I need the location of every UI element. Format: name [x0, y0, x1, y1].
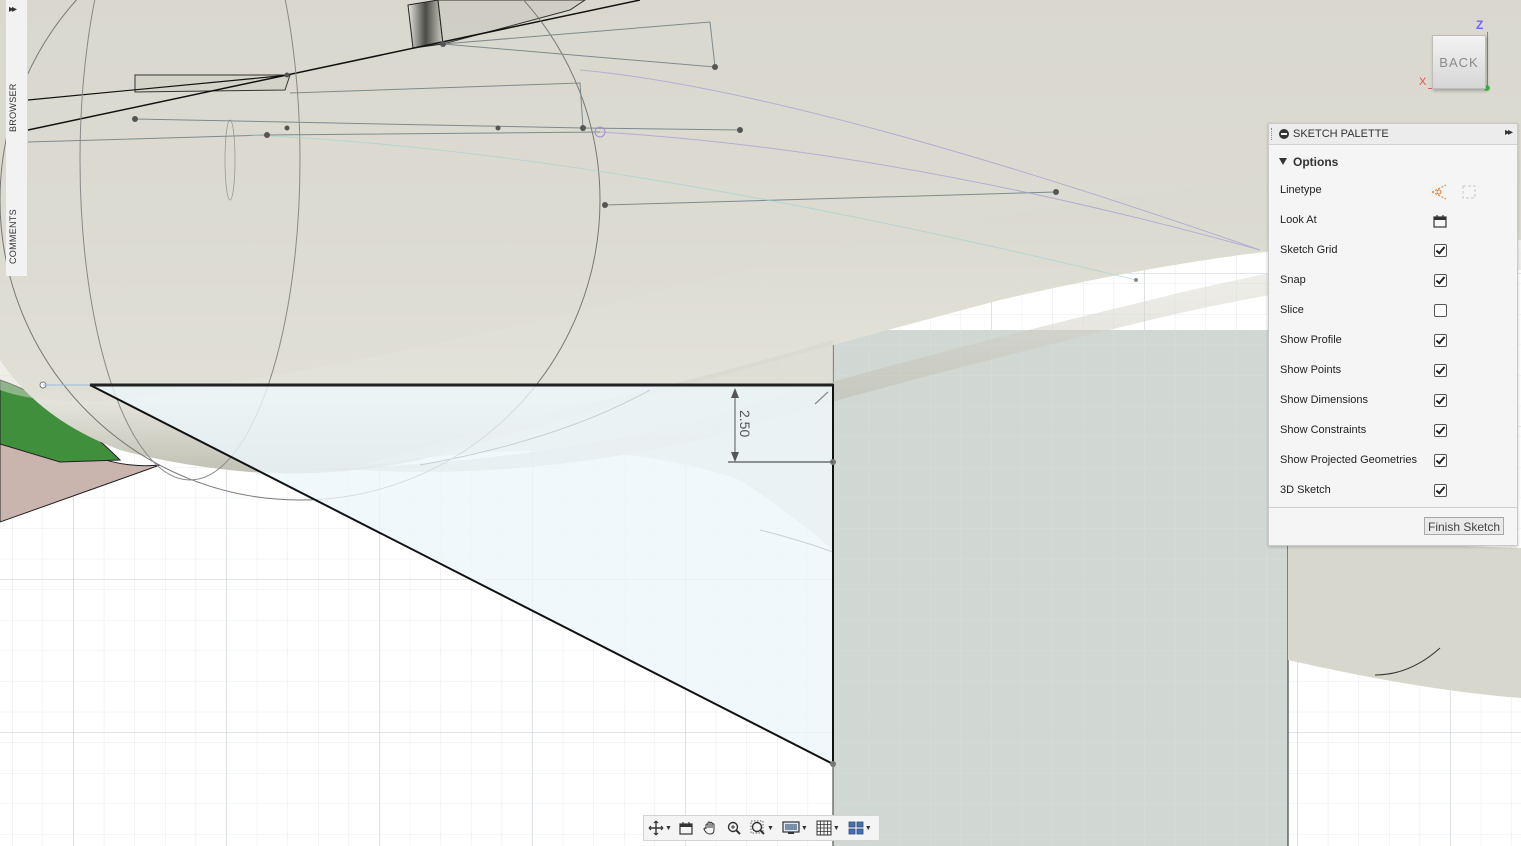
row-show-profile: Show Profile: [1269, 327, 1517, 357]
checkbox-checked[interactable]: [1434, 334, 1447, 347]
show-projected-geometries-checkbox[interactable]: [1434, 454, 1447, 467]
palette-divider: [1269, 507, 1517, 508]
navigation-toolbar: ▼ ▼ ▼ ▼ ▼: [643, 815, 880, 841]
sketch-grid-checkbox[interactable]: [1434, 244, 1447, 257]
checkbox-checked[interactable]: [1434, 424, 1447, 437]
palette-title: SKETCH PALETTE: [1293, 128, 1389, 140]
look-at-icon[interactable]: [1432, 213, 1448, 232]
expand-panels-icon[interactable]: ▸▸: [9, 4, 17, 15]
centerline-linetype-icon[interactable]: [1460, 183, 1478, 204]
show-constraints-checkbox[interactable]: [1434, 424, 1447, 437]
row-label: Linetype: [1280, 184, 1322, 196]
viewports-tool[interactable]: ▼: [848, 818, 872, 838]
finish-sketch-button[interactable]: Finish Sketch: [1424, 517, 1504, 535]
orbit-icon[interactable]: [648, 820, 664, 836]
chevron-down-icon[interactable]: ▼: [801, 825, 808, 832]
options-section-label: Options: [1293, 155, 1339, 169]
grid-settings-icon[interactable]: [816, 820, 832, 836]
look-at-tool[interactable]: [678, 818, 694, 838]
row-slice: Slice: [1269, 297, 1517, 327]
show-points-checkbox[interactable]: [1434, 364, 1447, 377]
pan-icon[interactable]: [702, 820, 718, 836]
zoom-window-tool[interactable]: ▼: [750, 818, 774, 838]
row-3d-sketch: 3D Sketch: [1269, 477, 1517, 507]
checkbox-checked[interactable]: [1434, 364, 1447, 377]
palette-header[interactable]: SKETCH PALETTE ▸▸: [1269, 124, 1517, 145]
left-panel-strip: ▸▸ BROWSER COMMENTS: [6, 0, 28, 276]
row-snap: Snap: [1269, 267, 1517, 297]
palette-expand-icon[interactable]: ▸▸: [1505, 127, 1513, 138]
checkbox-checked[interactable]: [1434, 244, 1447, 257]
row-label: Show Points: [1280, 364, 1342, 376]
checkbox-checked[interactable]: [1434, 274, 1447, 287]
show-dimensions-checkbox[interactable]: [1434, 394, 1447, 407]
zoom-window-icon[interactable]: [750, 820, 766, 836]
drag-handle-icon[interactable]: [1271, 128, 1274, 140]
triangle-down-icon: [1279, 158, 1287, 165]
checkbox-checked[interactable]: [1434, 394, 1447, 407]
checkbox-unchecked[interactable]: [1434, 304, 1447, 317]
row-label: Slice: [1280, 304, 1304, 316]
dimension-value[interactable]: 2.50: [737, 410, 753, 437]
tab-comments[interactable]: COMMENTS: [8, 208, 25, 266]
options-section-toggle[interactable]: Options: [1279, 155, 1338, 169]
axis-z-label: Z: [1476, 18, 1484, 32]
viewports-icon[interactable]: [848, 820, 864, 836]
tab-browser[interactable]: BROWSER: [8, 83, 25, 132]
show-profile-checkbox[interactable]: [1434, 334, 1447, 347]
row-label: Show Profile: [1280, 334, 1342, 346]
chevron-down-icon[interactable]: ▼: [665, 825, 672, 832]
3d-sketch-checkbox[interactable]: [1434, 484, 1447, 497]
row-show-points: Show Points: [1269, 357, 1517, 387]
row-label: Show Dimensions: [1280, 394, 1369, 406]
row-show-projected-geometries: Show Projected Geometries: [1269, 447, 1517, 477]
checkbox-checked[interactable]: [1434, 454, 1447, 467]
chevron-down-icon[interactable]: ▼: [767, 825, 774, 832]
row-sketch-grid: Sketch Grid: [1269, 237, 1517, 267]
row-label: Show Projected Geometries: [1280, 454, 1417, 466]
checkbox-checked[interactable]: [1434, 484, 1447, 497]
collapse-circle-icon[interactable]: [1279, 129, 1289, 139]
row-label: Show Constraints: [1280, 424, 1367, 436]
row-show-dimensions: Show Dimensions: [1269, 387, 1517, 417]
slice-checkbox[interactable]: [1434, 304, 1447, 317]
z-axis-line: [1487, 32, 1488, 88]
zoom-tool[interactable]: [726, 818, 742, 838]
row-label: Sketch Grid: [1280, 244, 1338, 256]
row-look-at: Look At: [1269, 207, 1517, 237]
viewcube-face-back[interactable]: BACK: [1432, 35, 1486, 89]
display-settings-icon[interactable]: [782, 820, 800, 836]
look-at-icon[interactable]: [678, 820, 694, 836]
display-settings-tool[interactable]: ▼: [782, 818, 808, 838]
chevron-down-icon[interactable]: ▼: [865, 825, 872, 832]
snap-checkbox[interactable]: [1434, 274, 1447, 287]
axis-x-label: X: [1419, 76, 1427, 88]
row-linetype: Linetype: [1269, 177, 1517, 207]
row-show-constraints: Show Constraints: [1269, 417, 1517, 447]
orbit-tool[interactable]: ▼: [648, 818, 672, 838]
view-cube[interactable]: Z X BACK: [1416, 18, 1496, 98]
zoom-icon[interactable]: [726, 820, 742, 836]
row-label: Look At: [1280, 214, 1317, 226]
row-label: Snap: [1280, 274, 1306, 286]
row-label: 3D Sketch: [1280, 484, 1331, 496]
construction-linetype-icon[interactable]: [1430, 183, 1448, 204]
chevron-down-icon[interactable]: ▼: [833, 825, 840, 832]
grid-settings-tool[interactable]: ▼: [816, 818, 840, 838]
pan-tool[interactable]: [702, 818, 718, 838]
sketch-palette: SKETCH PALETTE ▸▸ Options Linetype Look …: [1268, 123, 1518, 546]
